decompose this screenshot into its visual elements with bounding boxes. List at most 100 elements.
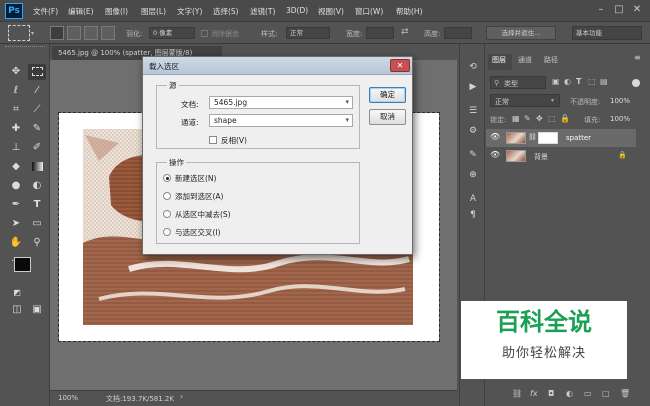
lock-pixels-icon[interactable]: ✎: [524, 114, 531, 123]
dialog-close-icon[interactable]: ✕: [390, 59, 410, 72]
new-layer-icon[interactable]: ▢: [602, 389, 610, 398]
menu-3d[interactable]: 3D(D): [286, 6, 308, 15]
blur-tool-icon[interactable]: ●: [7, 178, 25, 194]
lock-artboard-icon[interactable]: ⬚: [548, 114, 556, 123]
lock-transparent-icon[interactable]: ▦: [512, 114, 520, 123]
fill-value[interactable]: 100%: [610, 115, 630, 123]
zoom-tool-icon[interactable]: ⚲: [28, 235, 46, 251]
mask-link-icon[interactable]: ⛓: [528, 133, 537, 141]
visibility-eye-icon[interactable]: 👁: [490, 132, 500, 141]
close-icon[interactable]: ✕: [630, 3, 644, 17]
quick-mask-icon[interactable]: ◫: [8, 302, 26, 318]
menu-filter[interactable]: 滤镜(T): [250, 6, 275, 17]
properties-icon[interactable]: ☰: [466, 104, 480, 118]
new-selection-icon[interactable]: [50, 26, 64, 40]
foreground-color-swatch[interactable]: [14, 257, 31, 272]
default-colors-icon[interactable]: ◩: [8, 285, 26, 301]
link-layers-icon[interactable]: ⛓: [512, 389, 522, 398]
filter-smart-icon[interactable]: ▤: [600, 77, 608, 86]
character-icon[interactable]: A: [466, 192, 480, 206]
filter-adjust-icon[interactable]: ◐: [564, 77, 571, 86]
opacity-value[interactable]: 100%: [610, 97, 630, 105]
minimize-icon[interactable]: –: [594, 3, 608, 17]
menu-help[interactable]: 帮助(H): [396, 6, 423, 17]
menu-window[interactable]: 窗口(W): [355, 6, 383, 17]
adjustment-layer-icon[interactable]: ◐: [566, 389, 573, 398]
height-input[interactable]: [444, 27, 472, 39]
filter-toggle-icon[interactable]: [632, 79, 640, 87]
add-mask-icon[interactable]: ◘: [548, 389, 554, 398]
tab-paths[interactable]: 路径: [544, 55, 558, 65]
path-select-tool-icon[interactable]: ➤: [7, 216, 25, 232]
menu-select[interactable]: 选择(S): [213, 6, 239, 17]
healing-brush-tool-icon[interactable]: ✚: [7, 121, 25, 137]
select-and-mask-button[interactable]: 选择并遮住...: [486, 26, 556, 40]
layer-row-spatter[interactable]: 👁 ⛓ spatter: [486, 129, 636, 147]
filter-type-icon[interactable]: T: [576, 77, 581, 86]
invert-checkbox[interactable]: [209, 136, 217, 144]
intersect-selection-radio[interactable]: [163, 228, 171, 236]
history-icon[interactable]: ⟲: [466, 60, 480, 74]
new-group-icon[interactable]: ▭: [584, 389, 592, 398]
ok-button[interactable]: 确定: [369, 87, 406, 103]
crop-tool-icon[interactable]: ⌗: [7, 102, 25, 118]
menu-layer[interactable]: 图层(L): [141, 6, 166, 17]
lock-all-icon[interactable]: 🔒: [560, 114, 570, 123]
menu-file[interactable]: 文件(F): [33, 6, 58, 17]
add-selection-icon[interactable]: [67, 26, 81, 40]
hand-tool-icon[interactable]: ✋: [7, 235, 25, 251]
swap-icon[interactable]: ⇄: [401, 27, 409, 37]
chevron-down-icon[interactable]: ▾: [31, 30, 34, 37]
rectangle-tool-icon[interactable]: ▭: [28, 216, 46, 232]
layer-row-background[interactable]: 👁 背景 🔒: [486, 147, 636, 165]
eyedropper-tool-icon[interactable]: ⟋: [28, 102, 46, 118]
dodge-tool-icon[interactable]: ◐: [28, 178, 46, 194]
toolbar-grip[interactable]: [5, 46, 45, 49]
delete-layer-icon[interactable]: 🗑: [620, 389, 630, 398]
tab-layers[interactable]: 图层: [492, 55, 506, 65]
clone-stamp-tool-icon[interactable]: ⊥: [7, 140, 25, 156]
paragraph-icon[interactable]: ¶: [466, 208, 480, 222]
layer-mask-thumbnail[interactable]: [538, 132, 558, 144]
document-select[interactable]: 5465.jpg ▾: [209, 96, 353, 109]
menu-type[interactable]: 文字(Y): [177, 6, 202, 17]
quick-select-tool-icon[interactable]: ⁄: [28, 83, 46, 99]
eraser-tool-icon[interactable]: ◆: [7, 159, 25, 175]
layer-kind-filter[interactable]: ⚲ 类型: [490, 76, 546, 89]
dialog-titlebar[interactable]: 载入选区 ✕: [143, 57, 412, 75]
filter-shape-icon[interactable]: ⬚: [588, 77, 596, 86]
width-input[interactable]: [366, 27, 394, 39]
menu-view[interactable]: 视图(V): [318, 6, 344, 17]
blend-mode-select[interactable]: 正常 ▾: [490, 94, 560, 107]
marquee-preset-icon[interactable]: [8, 25, 30, 41]
screen-mode-icon[interactable]: ▣: [28, 302, 46, 318]
menu-edit[interactable]: 编辑(E): [68, 6, 94, 17]
panel-menu-icon[interactable]: ≡: [634, 53, 641, 62]
style-select[interactable]: 正常: [286, 27, 330, 39]
type-tool-icon[interactable]: T: [28, 197, 46, 213]
feather-input[interactable]: 0 像素: [149, 27, 195, 39]
intersect-selection-icon[interactable]: [101, 26, 115, 40]
workspace-select[interactable]: 基本功能: [572, 26, 642, 40]
menu-image[interactable]: 图像(I): [105, 6, 128, 17]
status-arrow-icon[interactable]: ›: [180, 392, 183, 401]
actions-icon[interactable]: ▶: [466, 80, 480, 94]
antialias-checkbox[interactable]: [201, 30, 208, 37]
subtract-from-selection-radio[interactable]: [163, 210, 171, 218]
adjustments-icon[interactable]: ⚙: [466, 124, 480, 138]
tab-channels[interactable]: 通道: [518, 55, 532, 65]
gradient-tool-icon[interactable]: [28, 159, 46, 175]
add-to-selection-radio[interactable]: [163, 192, 171, 200]
history-brush-tool-icon[interactable]: ✐: [28, 140, 46, 156]
brush-tool-icon[interactable]: ✎: [28, 121, 46, 137]
cancel-button[interactable]: 取消: [369, 109, 406, 125]
clone-source-icon[interactable]: ⊕: [466, 168, 480, 182]
visibility-eye-icon[interactable]: 👁: [490, 150, 500, 159]
marquee-tool-icon[interactable]: [28, 64, 46, 80]
subtract-selection-icon[interactable]: [84, 26, 98, 40]
filter-pixel-icon[interactable]: ▣: [552, 77, 560, 86]
pen-tool-icon[interactable]: ✒: [7, 197, 25, 213]
lock-position-icon[interactable]: ✥: [536, 114, 543, 123]
new-selection-radio[interactable]: [163, 174, 171, 182]
layer-style-icon[interactable]: fx: [530, 389, 538, 398]
